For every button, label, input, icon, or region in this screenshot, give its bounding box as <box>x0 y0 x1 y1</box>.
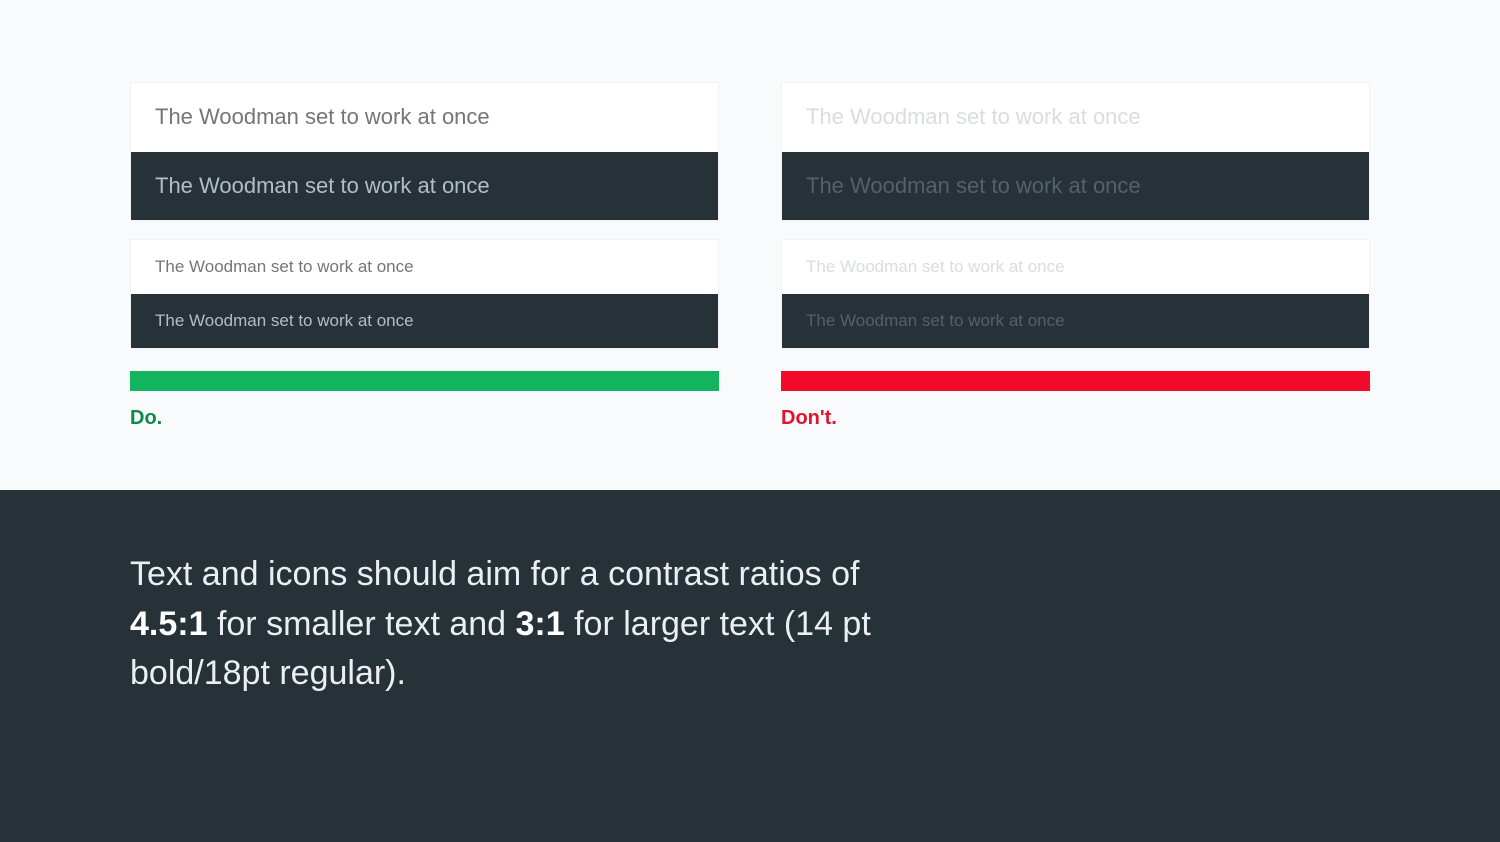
sample-small-light-low-contrast: The Woodman set to work at once <box>782 240 1369 294</box>
sample-small-dark-low-contrast: The Woodman set to work at once <box>782 294 1369 348</box>
dont-card-small-text: The Woodman set to work at once The Wood… <box>781 239 1370 349</box>
do-column: The Woodman set to work at once The Wood… <box>130 82 719 430</box>
do-card-small-text: The Woodman set to work at once The Wood… <box>130 239 719 349</box>
sample-large-light: The Woodman set to work at once <box>131 83 718 152</box>
sample-large-light-low-contrast: The Woodman set to work at once <box>782 83 1369 152</box>
sample-small-dark: The Woodman set to work at once <box>131 294 718 348</box>
examples-section: The Woodman set to work at once The Wood… <box>0 0 1500 490</box>
guideline-text: Text and icons should aim for a contrast… <box>130 550 910 698</box>
sample-small-light: The Woodman set to work at once <box>131 240 718 294</box>
sample-large-dark-low-contrast: The Woodman set to work at once <box>782 152 1369 221</box>
slide: The Woodman set to work at once The Wood… <box>0 0 1500 842</box>
do-card-large-text: The Woodman set to work at once The Wood… <box>130 82 719 221</box>
do-label: Do. <box>130 407 719 430</box>
guideline-footer: Text and icons should aim for a contrast… <box>0 490 1500 842</box>
guideline-text-bold1: 4.5:1 <box>130 605 208 643</box>
do-indicator-bar <box>130 371 719 391</box>
dont-label: Don't. <box>781 407 1370 430</box>
dont-column: The Woodman set to work at once The Wood… <box>781 82 1370 430</box>
dont-card-large-text: The Woodman set to work at once The Wood… <box>781 82 1370 221</box>
dont-indicator-bar <box>781 371 1370 391</box>
guideline-text-part2: for smaller text and <box>208 605 516 643</box>
guideline-text-part1: Text and icons should aim for a contrast… <box>130 555 859 593</box>
guideline-text-bold2: 3:1 <box>516 605 565 643</box>
sample-large-dark: The Woodman set to work at once <box>131 152 718 221</box>
